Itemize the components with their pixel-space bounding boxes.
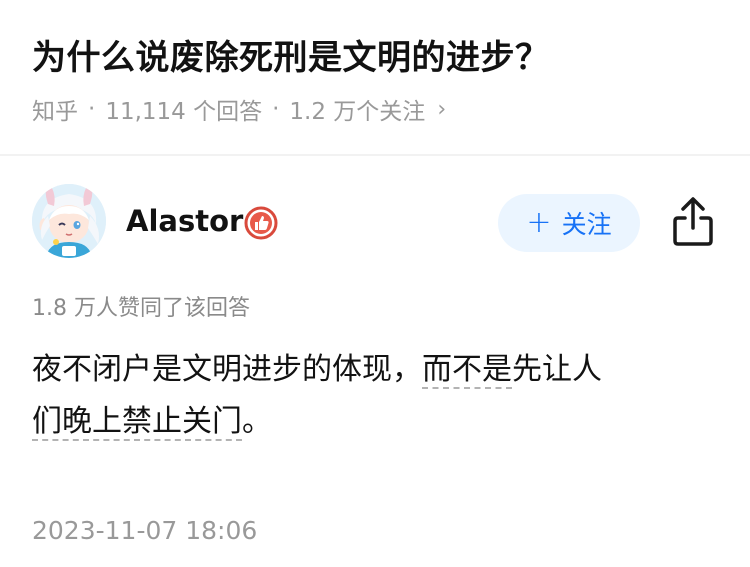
keyword-link[interactable]: 而不是 bbox=[422, 352, 512, 387]
answer-text: 先让人 bbox=[512, 352, 602, 387]
follow-label: 关注 bbox=[561, 210, 612, 239]
vote-info: 1.8 万人赞同了该回答 bbox=[32, 296, 250, 321]
author-name[interactable]: Alastor bbox=[126, 204, 243, 238]
share-icon[interactable] bbox=[670, 196, 716, 248]
question-meta[interactable]: 知乎 · 11,114 个回答 · 1.2 万个关注 › bbox=[32, 92, 446, 126]
keyword-link[interactable]: 们晚上禁止关门 bbox=[32, 404, 242, 439]
thumbs-up-badge-icon[interactable] bbox=[244, 206, 278, 240]
follow-button[interactable]: + 关注 bbox=[498, 194, 640, 252]
answer-text: 。 bbox=[242, 404, 272, 439]
answer-text: 夜不闭户是文明进步的体现， bbox=[32, 352, 422, 387]
question-header: 为什么说废除死刑是文明的进步？ 知乎 · 11,114 个回答 · 1.2 万个… bbox=[0, 0, 750, 156]
separator-dot: · bbox=[272, 96, 280, 122]
answer-line: 们晚上禁止关门。 bbox=[32, 396, 722, 448]
answers-count: 11,114 个回答 bbox=[105, 99, 263, 125]
question-title[interactable]: 为什么说废除死刑是文明的进步？ bbox=[32, 30, 550, 79]
avatar[interactable] bbox=[32, 184, 106, 258]
answer-content: 夜不闭户是文明进步的体现，而不是先让人 们晚上禁止关门。 bbox=[32, 344, 722, 448]
author-row: Alastor + 关注 bbox=[0, 182, 750, 266]
plus-icon: + bbox=[526, 205, 552, 240]
chevron-right-icon[interactable]: › bbox=[437, 97, 446, 122]
source-label: 知乎 bbox=[32, 99, 78, 125]
followers-count: 1.2 万个关注 bbox=[289, 99, 426, 125]
answer-timestamp: 2023-11-07 18:06 bbox=[32, 516, 258, 545]
separator-dot: · bbox=[88, 96, 96, 122]
answer-line: 夜不闭户是文明进步的体现，而不是先让人 bbox=[32, 344, 722, 396]
anime-avatar-icon bbox=[32, 184, 106, 258]
